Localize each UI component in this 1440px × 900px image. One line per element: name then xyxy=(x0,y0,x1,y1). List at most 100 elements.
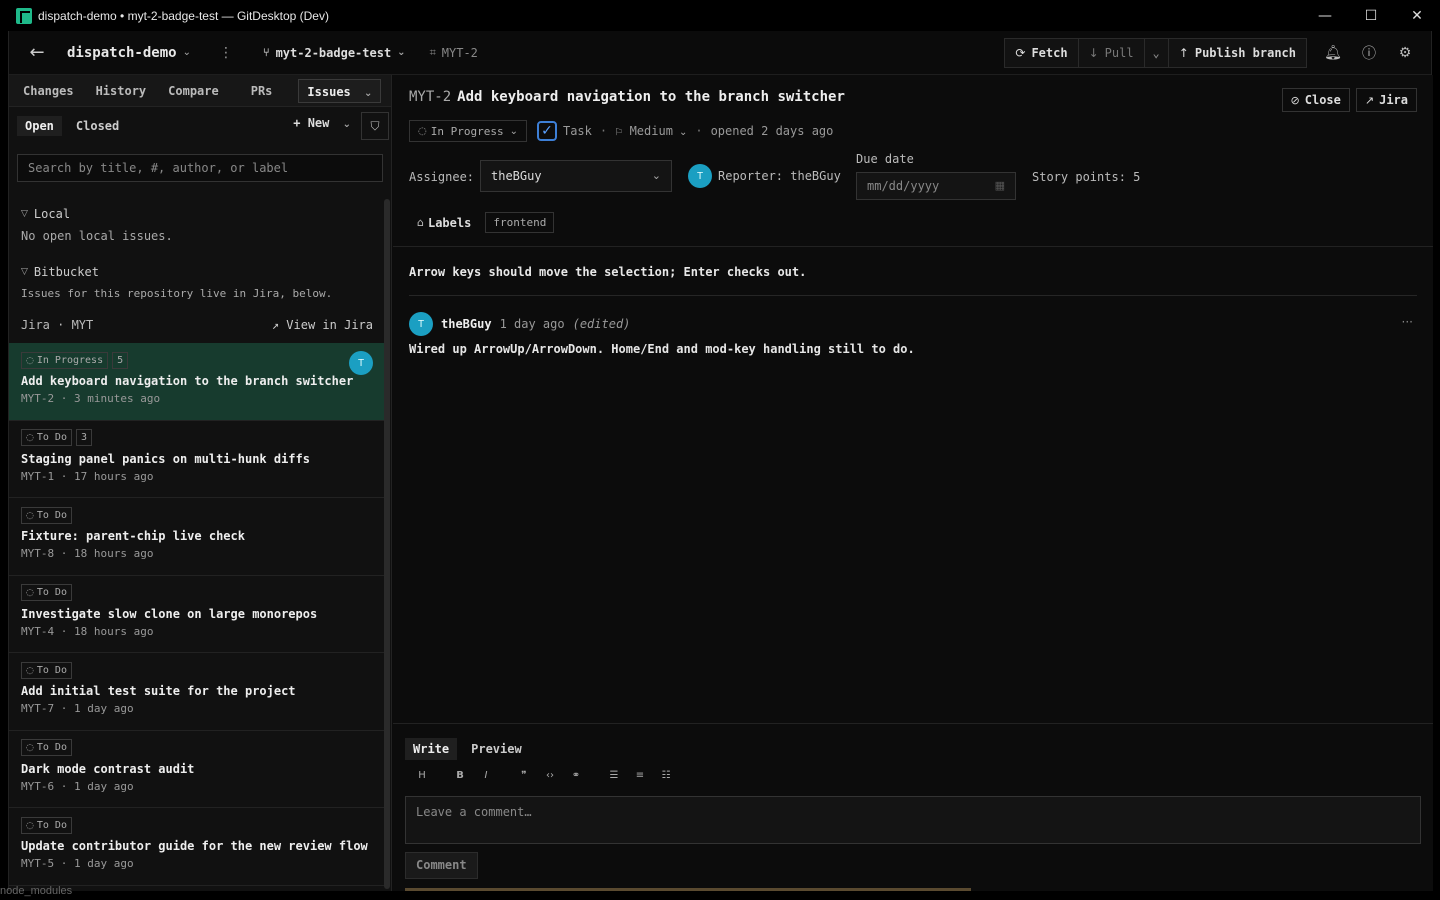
italic-icon[interactable]: I xyxy=(473,770,499,781)
filter-funnel-icon[interactable]: ⛉ xyxy=(361,112,389,140)
priority-dropdown[interactable]: ⚐ Medium ⌄ xyxy=(615,124,687,138)
bell-icon[interactable]: 🔔︎ xyxy=(1315,45,1351,61)
comment-body: Wired up ArrowUp/ArrowDown. Home/End and… xyxy=(409,342,915,356)
issue-title: Update contributor guide for the new rev… xyxy=(21,839,368,853)
background-window-text: node_modules xyxy=(0,885,73,897)
comment-edited-flag: (edited) xyxy=(572,317,631,331)
issue-title: Fixture: parent-chip live check xyxy=(21,529,245,543)
status-label: To Do xyxy=(36,509,67,521)
repo-selector[interactable]: dispatch-demo xyxy=(67,45,177,61)
heading-icon[interactable]: H xyxy=(409,770,435,781)
more-options-icon[interactable]: ··· xyxy=(1402,315,1413,329)
tab-compare[interactable]: Compare xyxy=(160,79,227,103)
priority-value: Medium xyxy=(629,124,673,138)
labels-button[interactable]: Labels xyxy=(428,216,471,230)
tab-history[interactable]: History xyxy=(88,79,155,103)
status-badge: ◌ To Do xyxy=(21,584,72,601)
git-branch-icon: ⑂ xyxy=(262,46,270,59)
issue-title: Add initial test suite for the project xyxy=(21,684,296,698)
list-item[interactable]: ◌ To Do Update contributor guide for the … xyxy=(9,808,385,886)
due-date-input[interactable]: mm/dd/yyyy ▦ xyxy=(856,172,1016,200)
list-item[interactable]: ◌ To Do 3 Staging panel panics on multi-hu… xyxy=(9,421,385,498)
todo-circle-icon: ◌ xyxy=(26,510,34,521)
tab-issues-label: Issues xyxy=(307,84,351,99)
issue-meta: MYT-4 · 18 hours ago xyxy=(21,624,154,638)
status-label: To Do xyxy=(36,587,67,598)
publish-branch-button[interactable]: ↑ Publish branch xyxy=(1168,38,1307,68)
kebab-menu-icon[interactable]: ⋮ xyxy=(219,45,233,61)
linked-issue-ref[interactable]: ⌗ MYT-2 xyxy=(430,46,478,60)
label-chip[interactable]: frontend xyxy=(485,212,555,233)
jira-project-label: Jira · MYT xyxy=(21,318,94,332)
new-issue-button[interactable]: + New ⌄ xyxy=(293,116,351,130)
tab-write[interactable]: Write xyxy=(405,738,458,760)
progress-circle-icon: ◌ xyxy=(418,125,427,137)
open-in-jira-button[interactable]: ↗ Jira xyxy=(1355,88,1417,112)
task-type-checkbox-icon[interactable]: ✓ xyxy=(536,121,557,141)
section-local[interactable]: ▽ Local xyxy=(9,203,385,225)
due-date-label: Due date xyxy=(856,152,914,166)
list-item[interactable]: ◌ To Do Dark mode contrast audit MYT-6 · … xyxy=(9,731,385,808)
maximize-button[interactable]: ☐ xyxy=(1348,0,1394,31)
chevron-down-icon[interactable]: ⌄ xyxy=(183,47,191,58)
issue-fields-row: Assignee: theBGuy ⌄ T Reporter: theBGuy … xyxy=(409,152,1419,210)
comment-author[interactable]: theBGuy xyxy=(441,317,492,331)
sidebar-tabs: Changes History Compare PRs Issues ⌄ xyxy=(9,75,391,107)
status-label: To Do xyxy=(36,819,67,831)
code-icon[interactable]: ‹› xyxy=(537,770,563,781)
status-label: To Do xyxy=(36,432,67,443)
bullet-list-icon[interactable]: ☰ xyxy=(601,770,627,781)
branch-selector[interactable]: ⑂ myt-2-badge-test ⌄ xyxy=(263,46,406,60)
issue-title: Staging panel panics on multi-hunk diffs xyxy=(21,451,310,466)
comment-composer: Write Preview H B I ❞ ‹› ⚭ ☰ ≡ ☷ Leave a… xyxy=(393,723,1433,891)
reporter: T Reporter: theBGuy xyxy=(688,164,841,188)
tag-icon: ⌂ xyxy=(417,216,424,229)
back-arrow-icon[interactable]: ← xyxy=(19,42,55,63)
issue-search-input[interactable]: Search by title, #, author, or label xyxy=(17,154,383,182)
external-link-icon: ↗ xyxy=(1364,93,1375,107)
pull-button[interactable]: ↓ Pull xyxy=(1078,38,1145,68)
tab-prs[interactable]: PRs xyxy=(243,79,281,103)
filter-closed[interactable]: Closed xyxy=(68,116,127,136)
close-issue-button[interactable]: ⊘ Close xyxy=(1281,88,1350,112)
help-icon[interactable]: ⓘ xyxy=(1351,43,1387,63)
refresh-icon: ⟳ xyxy=(1015,46,1026,60)
assignee-select[interactable]: theBGuy ⌄ xyxy=(480,160,672,192)
check-circle-icon: ⊘ xyxy=(1290,93,1300,107)
tab-preview[interactable]: Preview xyxy=(463,738,530,760)
pull-options-dropdown[interactable]: ⌄ xyxy=(1144,38,1169,68)
list-item[interactable]: ◌ To Do Add initial test suite for the pr… xyxy=(9,653,385,731)
list-item[interactable]: ◌ To Do Fixture: parent-chip live check M… xyxy=(9,498,385,576)
view-in-jira-link[interactable]: ↗ View in Jira xyxy=(272,318,373,332)
sidebar-scrollbar[interactable] xyxy=(384,199,390,889)
bitbucket-note: Issues for this repository live in Jira,… xyxy=(21,287,333,300)
progress-circle-icon: ◌ xyxy=(26,355,34,366)
task-list-icon[interactable]: ☷ xyxy=(653,770,679,781)
comment-textarea[interactable]: Leave a comment… xyxy=(405,796,1421,844)
todo-circle-icon: ◌ xyxy=(26,665,34,676)
submit-comment-button[interactable]: Comment xyxy=(405,852,478,879)
numbered-list-icon[interactable]: ≡ xyxy=(627,770,653,781)
link-icon[interactable]: ⚭ xyxy=(563,770,589,781)
tab-changes[interactable]: Changes xyxy=(15,79,82,103)
issue-title: Add keyboard navigation to the branch sw… xyxy=(21,374,354,388)
fetch-button[interactable]: ⟳ Fetch xyxy=(1004,38,1079,68)
filter-open[interactable]: Open xyxy=(17,116,62,136)
status-dropdown[interactable]: ◌ In Progress ⌄ xyxy=(409,120,527,142)
list-item[interactable]: ◌ To Do Investigate slow clone on large m… xyxy=(9,576,385,653)
tab-issues[interactable]: Issues ⌄ xyxy=(298,78,382,103)
issue-title: Add keyboard navigation to the branch sw… xyxy=(457,89,845,105)
close-window-button[interactable]: ✕ xyxy=(1394,0,1440,31)
quote-icon[interactable]: ❞ xyxy=(511,770,537,781)
window-controls: — ☐ ✕ xyxy=(1302,0,1440,31)
issue-meta-row: ◌ In Progress ⌄ ✓ Task · ⚐ Medium ⌄ · ope… xyxy=(409,120,833,142)
list-item[interactable]: ◌ In Progress 5 Add keyboard navigation to… xyxy=(9,343,385,421)
minimize-button[interactable]: — xyxy=(1302,0,1348,31)
section-bitbucket[interactable]: ▽ Bitbucket xyxy=(9,261,385,283)
calendar-icon[interactable]: ▦ xyxy=(995,173,1005,199)
todo-circle-icon: ◌ xyxy=(26,743,34,753)
bold-icon[interactable]: B xyxy=(447,770,473,781)
issue-type: Task xyxy=(562,124,592,138)
gear-icon[interactable]: ⚙ xyxy=(1387,45,1423,61)
status-label: To Do xyxy=(36,664,67,676)
